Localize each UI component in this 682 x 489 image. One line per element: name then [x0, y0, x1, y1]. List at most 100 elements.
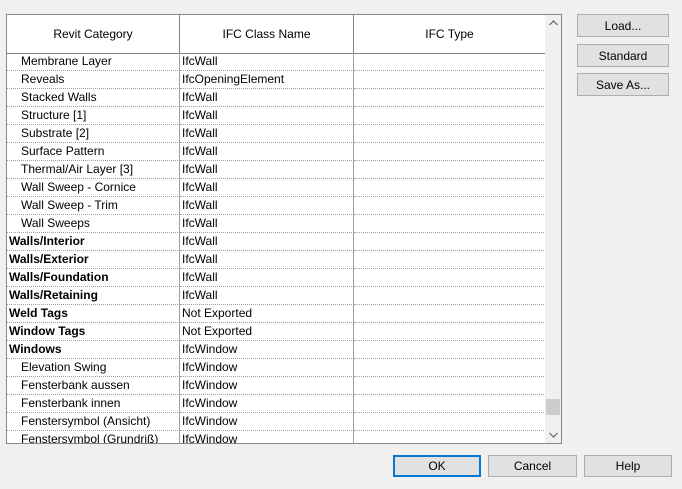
grid-rows: Membrane Layer IfcWall Reveals IfcOpeningEl…	[7, 53, 546, 443]
ifc-class-name-cell[interactable]: IfcWall	[180, 161, 354, 179]
ifc-type-cell[interactable]	[354, 197, 546, 215]
table-row[interactable]: Wall Sweep - Cornice IfcWall	[7, 179, 546, 197]
column-header-ifc-class-name[interactable]: IFC Class Name	[180, 15, 354, 53]
revit-category-cell: Thermal/Air Layer [3]	[7, 161, 180, 179]
ifc-type-cell[interactable]	[354, 89, 546, 107]
revit-category-cell: Substrate [2]	[7, 125, 180, 143]
ifc-class-name-cell[interactable]: IfcWall	[180, 179, 354, 197]
load-button[interactable]: Load...	[577, 14, 669, 37]
ifc-type-cell[interactable]	[354, 125, 546, 143]
ok-button[interactable]: OK	[393, 455, 481, 477]
table-row[interactable]: Windows IfcWindow	[7, 341, 546, 359]
revit-category-cell: Wall Sweep - Cornice	[7, 179, 180, 197]
revit-category-cell: Walls/Foundation	[7, 269, 180, 287]
table-row[interactable]: Membrane Layer IfcWall	[7, 53, 546, 71]
scrollbar-thumb[interactable]	[546, 399, 560, 415]
ifc-class-name-cell[interactable]: IfcWall	[180, 215, 354, 233]
ifc-class-name-cell[interactable]: IfcWindow	[180, 377, 354, 395]
ifc-type-cell[interactable]	[354, 215, 546, 233]
ifc-type-cell[interactable]	[354, 431, 546, 443]
ifc-class-name-cell[interactable]: IfcWall	[180, 287, 354, 305]
ifc-class-name-cell[interactable]: IfcWall	[180, 107, 354, 125]
ifc-type-cell[interactable]	[354, 287, 546, 305]
table-row[interactable]: Reveals IfcOpeningElement	[7, 71, 546, 89]
ifc-type-cell[interactable]	[354, 395, 546, 413]
table-row[interactable]: Wall Sweep - Trim IfcWall	[7, 197, 546, 215]
ifc-type-cell[interactable]	[354, 233, 546, 251]
ifc-class-name-cell[interactable]: IfcWall	[180, 53, 354, 71]
table-row[interactable]: Weld Tags Not Exported	[7, 305, 546, 323]
save-as-button[interactable]: Save As...	[577, 73, 669, 96]
ifc-type-cell[interactable]	[354, 341, 546, 359]
table-row[interactable]: Walls/Exterior IfcWall	[7, 251, 546, 269]
ifc-class-name-cell[interactable]: IfcWindow	[180, 359, 354, 377]
revit-category-cell: Fensterbank aussen	[7, 377, 180, 395]
table-row[interactable]: Walls/Interior IfcWall	[7, 233, 546, 251]
ifc-type-cell[interactable]	[354, 323, 546, 341]
ifc-class-name-cell[interactable]: IfcWindow	[180, 413, 354, 431]
ifc-class-name-cell[interactable]: IfcWindow	[180, 341, 354, 359]
ifc-type-cell[interactable]	[354, 71, 546, 89]
ifc-type-cell[interactable]	[354, 107, 546, 125]
table-row[interactable]: Structure [1] IfcWall	[7, 107, 546, 125]
column-header-ifc-type[interactable]: IFC Type	[354, 15, 546, 53]
ifc-type-cell[interactable]	[354, 377, 546, 395]
ifc-type-cell[interactable]	[354, 143, 546, 161]
chevron-up-icon	[548, 20, 558, 26]
ifc-class-name-cell[interactable]: IfcWindow	[180, 431, 354, 443]
ifc-class-name-cell[interactable]: IfcWall	[180, 197, 354, 215]
revit-category-cell: Membrane Layer	[7, 53, 180, 71]
revit-category-cell: Stacked Walls	[7, 89, 180, 107]
table-row[interactable]: Fenstersymbol (Grundriß) IfcWindow	[7, 431, 546, 443]
ifc-type-cell[interactable]	[354, 53, 546, 71]
table-row[interactable]: Window Tags Not Exported	[7, 323, 546, 341]
revit-category-cell: Walls/Retaining	[7, 287, 180, 305]
grid-header: Revit Category IFC Class Name IFC Type	[7, 15, 546, 54]
revit-category-cell: Walls/Interior	[7, 233, 180, 251]
table-row[interactable]: Fensterbank aussen IfcWindow	[7, 377, 546, 395]
vertical-scrollbar[interactable]	[545, 15, 561, 443]
ifc-class-name-cell[interactable]: IfcWall	[180, 143, 354, 161]
table-row[interactable]: Fensterbank innen IfcWindow	[7, 395, 546, 413]
table-row[interactable]: Fenstersymbol (Ansicht) IfcWindow	[7, 413, 546, 431]
revit-category-cell: Elevation Swing	[7, 359, 180, 377]
revit-category-cell: Windows	[7, 341, 180, 359]
table-row[interactable]: Thermal/Air Layer [3] IfcWall	[7, 161, 546, 179]
table-row[interactable]: Wall Sweeps IfcWall	[7, 215, 546, 233]
revit-category-cell: Walls/Exterior	[7, 251, 180, 269]
ifc-type-cell[interactable]	[354, 413, 546, 431]
table-row[interactable]: Substrate [2] IfcWall	[7, 125, 546, 143]
revit-category-cell: Surface Pattern	[7, 143, 180, 161]
ifc-type-cell[interactable]	[354, 179, 546, 197]
revit-category-cell: Weld Tags	[7, 305, 180, 323]
ifc-class-name-cell[interactable]: IfcWall	[180, 89, 354, 107]
ifc-type-cell[interactable]	[354, 359, 546, 377]
ifc-type-cell[interactable]	[354, 305, 546, 323]
table-row[interactable]: Elevation Swing IfcWindow	[7, 359, 546, 377]
cancel-button[interactable]: Cancel	[488, 455, 577, 477]
standard-button[interactable]: Standard	[577, 44, 669, 67]
revit-category-cell: Wall Sweep - Trim	[7, 197, 180, 215]
table-row[interactable]: Walls/Retaining IfcWall	[7, 287, 546, 305]
ifc-class-name-cell[interactable]: IfcWall	[180, 125, 354, 143]
revit-category-cell: Wall Sweeps	[7, 215, 180, 233]
table-row[interactable]: Walls/Foundation IfcWall	[7, 269, 546, 287]
revit-category-cell: Structure [1]	[7, 107, 180, 125]
ifc-type-cell[interactable]	[354, 161, 546, 179]
scroll-down-button[interactable]	[545, 427, 561, 443]
ifc-class-name-cell[interactable]: IfcWall	[180, 251, 354, 269]
ifc-class-name-cell[interactable]: IfcOpeningElement	[180, 71, 354, 89]
scroll-up-button[interactable]	[545, 15, 561, 31]
help-button[interactable]: Help	[584, 455, 672, 477]
table-row[interactable]: Surface Pattern IfcWall	[7, 143, 546, 161]
ifc-class-name-cell[interactable]: IfcWall	[180, 233, 354, 251]
category-mapping-grid[interactable]: Revit Category IFC Class Name IFC Type M…	[6, 14, 562, 444]
ifc-type-cell[interactable]	[354, 269, 546, 287]
table-row[interactable]: Stacked Walls IfcWall	[7, 89, 546, 107]
ifc-class-name-cell[interactable]: Not Exported	[180, 305, 354, 323]
ifc-class-name-cell[interactable]: Not Exported	[180, 323, 354, 341]
ifc-class-name-cell[interactable]: IfcWindow	[180, 395, 354, 413]
column-header-revit-category[interactable]: Revit Category	[7, 15, 180, 53]
ifc-type-cell[interactable]	[354, 251, 546, 269]
ifc-class-name-cell[interactable]: IfcWall	[180, 269, 354, 287]
